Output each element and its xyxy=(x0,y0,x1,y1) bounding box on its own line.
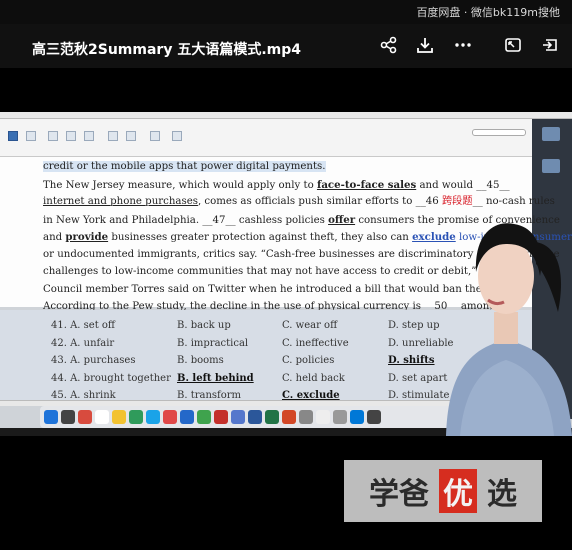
dock-app-icon xyxy=(316,410,330,424)
option-43-b: B. booms xyxy=(177,355,224,366)
logo-highlight: 优 xyxy=(439,469,477,513)
download-icon[interactable] xyxy=(414,34,436,56)
dock-app-icon xyxy=(350,410,364,424)
document-text: offer xyxy=(328,213,356,226)
video-title: 高三范秋2Summary 五大语篇模式.mp4 xyxy=(32,42,301,58)
toolbar-icon xyxy=(150,131,160,141)
option-44-a: 44. A. brought together xyxy=(51,372,171,384)
dock-app-icon xyxy=(146,410,160,424)
dock-app-icon xyxy=(333,410,347,424)
option-41-c: C. wear off xyxy=(282,320,338,331)
folder-icon xyxy=(542,159,560,173)
option-41-b: B. back up xyxy=(177,320,231,331)
toolbar-icon xyxy=(108,131,118,141)
document-text: provide xyxy=(65,231,109,243)
dock-app-icon xyxy=(214,410,228,424)
share-icon[interactable] xyxy=(378,34,400,56)
document-text: , comes as officials push similar effort… xyxy=(197,196,442,207)
document-text: credit or the mobile apps that power dig… xyxy=(43,161,326,172)
document-text: and xyxy=(43,232,66,243)
toolbar-icon xyxy=(172,131,182,141)
option-41-d: D. step up xyxy=(388,320,440,331)
dock-app-icon xyxy=(367,410,381,424)
option-43-a: 43. A. purchases xyxy=(51,355,136,366)
top-strip: 百度网盘 · 微信bk119m搜他 xyxy=(0,0,572,24)
option-41-a: 41. A. set off xyxy=(51,320,116,331)
dock-app-icon xyxy=(231,410,245,424)
mac-dock xyxy=(40,406,490,428)
toolbar-icon xyxy=(66,131,76,141)
watermark-text: 百度网盘 · 微信bk119m搜他 xyxy=(416,6,560,19)
dock-app-icon xyxy=(61,410,75,424)
toolbar-icon xyxy=(8,131,18,141)
exit-icon[interactable] xyxy=(540,34,562,56)
dock-app-icon xyxy=(112,410,126,424)
option-44-d: D. set apart xyxy=(388,372,448,384)
logo-text: 学爸 xyxy=(369,477,429,512)
document-text: businesses greater protection against th… xyxy=(108,232,413,243)
option-43-c: C. policies xyxy=(282,355,335,366)
toolbar-icon xyxy=(84,131,94,141)
dock-app-icon xyxy=(197,410,211,424)
dock-app-icon xyxy=(180,410,194,424)
folder-icon xyxy=(542,127,560,141)
document-text: internet and phone purchases xyxy=(43,196,198,207)
dock-app-icon xyxy=(248,410,262,424)
more-icon[interactable] xyxy=(452,34,474,56)
presenter-figure xyxy=(446,223,572,436)
word-ribbon xyxy=(0,119,532,157)
xueba-logo: 学爸 优 选 xyxy=(344,460,542,522)
option-42-c: C. ineffective xyxy=(282,337,349,349)
dock-app-icon xyxy=(95,410,109,424)
dock-app-icon xyxy=(44,410,58,424)
dock-app-icon xyxy=(265,410,279,424)
logo-text: 选 xyxy=(487,477,517,512)
dock-app-icon xyxy=(163,410,177,424)
toolbar-icon xyxy=(26,131,36,141)
search-box xyxy=(472,129,526,136)
video-frame[interactable]: credit or the mobile apps that power dig… xyxy=(0,112,572,436)
dock-app-icon xyxy=(282,410,296,424)
option-43-d: D. shifts xyxy=(388,355,435,366)
dock-app-icon xyxy=(129,410,143,424)
option-42-b: B. impractical xyxy=(177,337,249,349)
dock-app-icon xyxy=(299,410,313,424)
picture-in-picture-icon[interactable] xyxy=(502,34,524,56)
player-title-bar: 高三范秋2Summary 五大语篇模式.mp4 xyxy=(0,24,572,68)
toolbar-icon xyxy=(126,131,136,141)
document-text: The New Jersey measure, which would appl… xyxy=(43,179,317,191)
dock-app-icon xyxy=(78,410,92,424)
option-44-c: C. held back xyxy=(282,372,345,384)
option-42-a: 42. A. unfair xyxy=(51,337,115,349)
document-text: in New York and Philadelphia. __47__ cas… xyxy=(43,214,329,226)
mac-menu-bar xyxy=(0,112,572,119)
toolbar-icon xyxy=(48,131,58,141)
option-44-b: B. left behind xyxy=(177,372,254,384)
document-text: face-to-face sales xyxy=(316,178,417,191)
